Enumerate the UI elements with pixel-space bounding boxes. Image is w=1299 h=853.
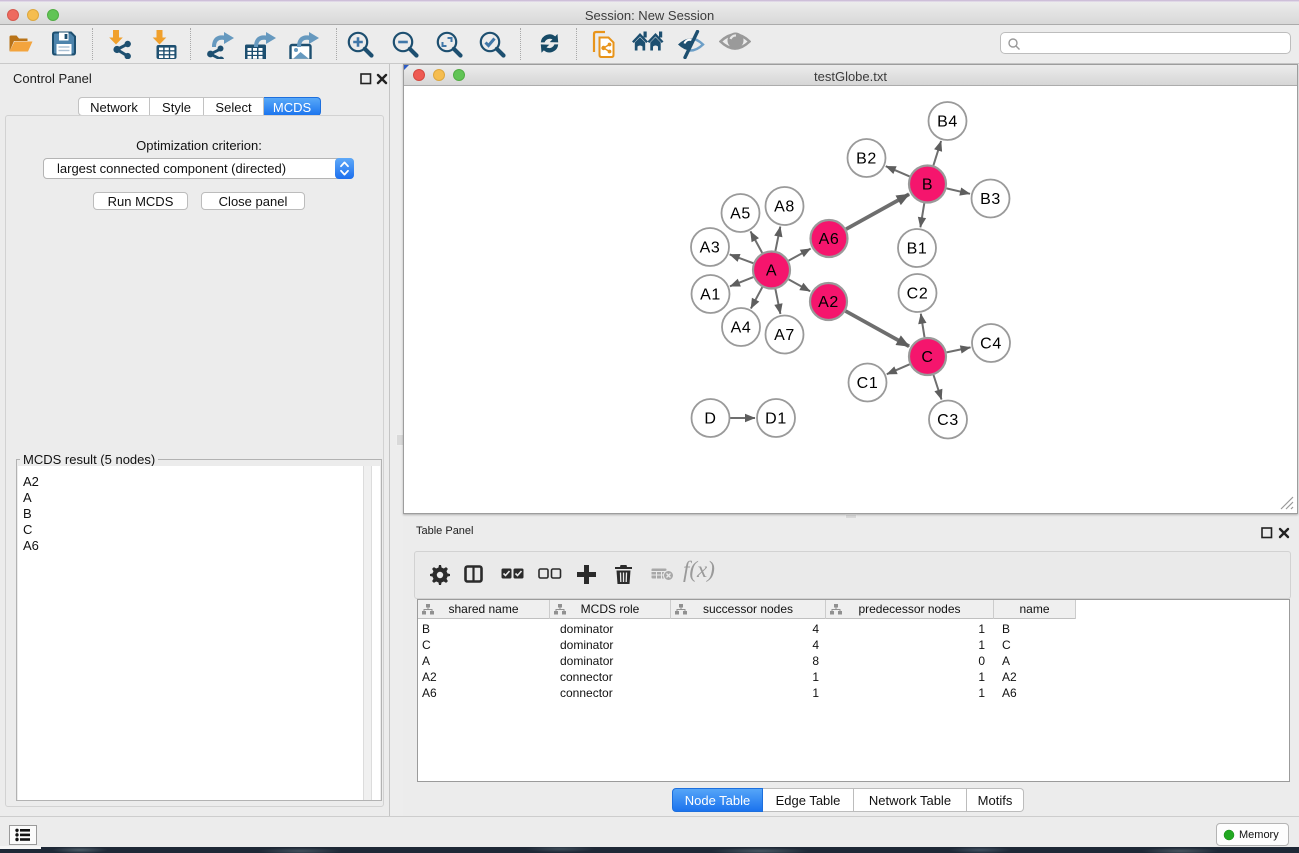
svg-text:B3: B3 (980, 191, 1001, 208)
svg-text:A6: A6 (819, 231, 840, 248)
svg-text:C4: C4 (980, 336, 1002, 353)
svg-text:C: C (921, 349, 933, 366)
svg-text:B4: B4 (937, 114, 958, 131)
svg-text:C2: C2 (907, 286, 929, 303)
svg-text:C3: C3 (937, 412, 959, 429)
svg-text:B2: B2 (856, 151, 877, 168)
svg-text:C1: C1 (857, 375, 879, 392)
svg-text:D1: D1 (765, 411, 787, 428)
svg-text:A: A (766, 263, 777, 280)
svg-text:A2: A2 (818, 294, 839, 311)
svg-text:A7: A7 (774, 327, 795, 344)
svg-text:A1: A1 (700, 287, 721, 304)
svg-text:A8: A8 (774, 199, 795, 216)
svg-text:D: D (704, 411, 716, 428)
svg-text:B1: B1 (907, 241, 928, 258)
svg-text:A5: A5 (730, 206, 751, 223)
svg-text:A4: A4 (731, 320, 752, 337)
svg-text:B: B (922, 177, 933, 194)
svg-text:A3: A3 (700, 240, 721, 257)
